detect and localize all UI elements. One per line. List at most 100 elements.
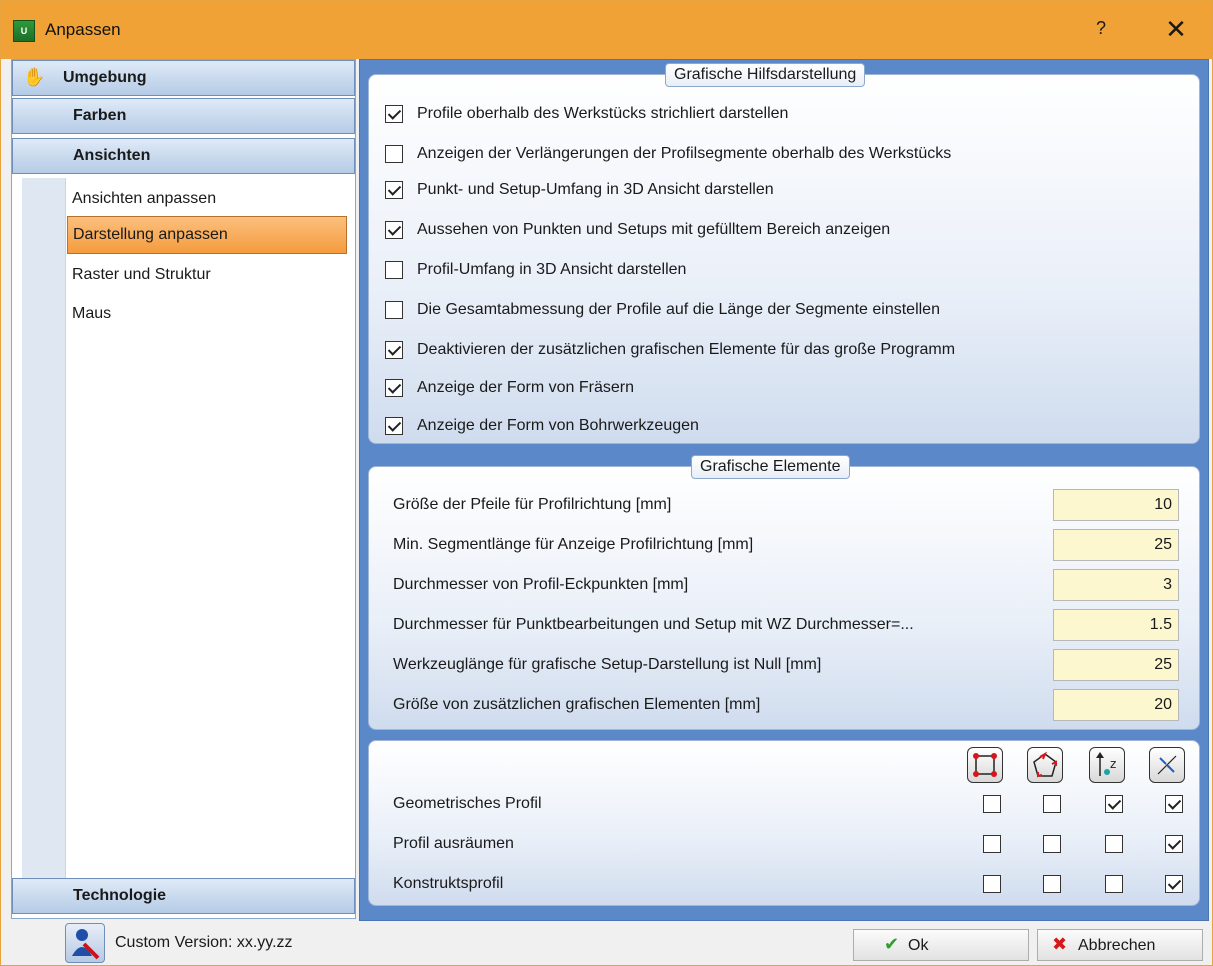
geometric-profile-arrows-checkbox[interactable] xyxy=(1165,795,1183,813)
pocket-profile-direction-checkbox[interactable] xyxy=(1043,835,1061,853)
option-row[interactable]: Aussehen von Punkten und Setups mit gefü… xyxy=(385,221,890,247)
option-checkbox[interactable] xyxy=(385,221,403,239)
option-row[interactable]: Punkt- und Setup-Umfang in 3D Ansicht da… xyxy=(385,181,774,207)
nav-section-label: Umgebung xyxy=(63,69,147,86)
option-checkbox[interactable] xyxy=(385,379,403,397)
profile-display-group: z Geometrisches Profil Profil ausräumen … xyxy=(368,740,1200,906)
pocket-profile-tool-checkbox[interactable] xyxy=(1105,835,1123,853)
field-label: Durchmesser von Profil-Eckpunkten [mm] xyxy=(393,576,689,593)
nav-section-ansichten[interactable]: Ansichten xyxy=(12,138,355,174)
geometric-profile-tool-checkbox[interactable] xyxy=(1105,795,1123,813)
option-checkbox[interactable] xyxy=(385,341,403,359)
geometric-profile-direction-checkbox[interactable] xyxy=(1043,795,1061,813)
graphic-aids-group: Grafische Hilfsdarstellung Profile oberh… xyxy=(368,63,1200,444)
profile-direction-icon[interactable] xyxy=(1027,747,1063,783)
field-row: Durchmesser für Punktbearbeitungen und S… xyxy=(385,607,1185,643)
option-checkbox[interactable] xyxy=(385,145,403,163)
field-row: Größe der Pfeile für Profilrichtung [mm]… xyxy=(385,487,1185,523)
field-label: Durchmesser für Punktbearbeitungen und S… xyxy=(393,616,914,633)
group-legend: Grafische Hilfsdarstellung xyxy=(665,63,866,87)
cancel-x-icon: ✖ xyxy=(1052,934,1068,955)
profile-row-label: Konstruktsprofil xyxy=(393,875,504,892)
title-bar: U Anpassen ? ✕ xyxy=(1,1,1212,59)
option-row[interactable]: Profile oberhalb des Werkstücks strichli… xyxy=(385,105,788,131)
construction-profile-tool-checkbox[interactable] xyxy=(1105,875,1123,893)
arrow-size-input[interactable]: 10 xyxy=(1053,489,1179,521)
extra-elements-size-input[interactable]: 20 xyxy=(1053,689,1179,721)
option-label: Aussehen von Punkten und Setups mit gefü… xyxy=(417,221,891,238)
point-diameter-input[interactable]: 1.5 xyxy=(1053,609,1179,641)
field-row: Durchmesser von Profil-Eckpunkten [mm] 3 xyxy=(385,567,1185,603)
option-label: Anzeige der Form von Fräsern xyxy=(417,379,634,396)
option-checkbox[interactable] xyxy=(385,301,403,319)
option-row[interactable]: Anzeigen der Verlängerungen der Profilse… xyxy=(385,145,951,171)
option-checkbox[interactable] xyxy=(385,181,403,199)
construction-profile-arrows-checkbox[interactable] xyxy=(1165,875,1183,893)
field-label: Min. Segmentlänge für Anzeige Profilrich… xyxy=(393,536,754,553)
construction-profile-direction-checkbox[interactable] xyxy=(1043,875,1061,893)
option-label: Anzeigen der Verlängerungen der Profilse… xyxy=(417,145,952,162)
customize-dialog: U Anpassen ? ✕ ✋ Umgebung Farben Ansicht… xyxy=(0,0,1213,966)
arrows-in-icon[interactable] xyxy=(1149,747,1185,783)
option-label: Punkt- und Setup-Umfang in 3D Ansicht da… xyxy=(417,181,774,198)
option-row[interactable]: Die Gesamtabmessung der Profile auf die … xyxy=(385,301,940,327)
nav-section-umgebung[interactable]: ✋ Umgebung xyxy=(12,60,355,96)
option-label: Profile oberhalb des Werkstücks strichli… xyxy=(417,105,789,122)
option-row[interactable]: Profil-Umfang in 3D Ansicht darstellen xyxy=(385,261,686,287)
nav-section-technologie[interactable]: Technologie xyxy=(12,878,355,914)
cancel-label: Abbrechen xyxy=(1078,937,1156,954)
field-label: Werkzeuglänge für grafische Setup-Darste… xyxy=(393,656,822,673)
tool-length-input[interactable]: 25 xyxy=(1053,649,1179,681)
field-row: Min. Segmentlänge für Anzeige Profilrich… xyxy=(385,527,1185,563)
ok-button[interactable]: ✔ Ok xyxy=(853,929,1029,961)
svg-text:z: z xyxy=(1110,757,1116,771)
field-label: Größe von zusätzlichen grafischen Elemen… xyxy=(393,696,761,713)
option-row[interactable]: Deaktivieren der zusätzlichen grafischen… xyxy=(385,341,955,367)
graphic-elements-group: Grafische Elemente Größe der Pfeile für … xyxy=(368,455,1200,730)
cancel-button[interactable]: ✖ Abbrechen xyxy=(1037,929,1203,961)
corner-diameter-input[interactable]: 3 xyxy=(1053,569,1179,601)
profile-row-label: Profil ausräumen xyxy=(393,835,514,852)
close-button[interactable]: ✕ xyxy=(1161,15,1191,45)
window-title: Anpassen xyxy=(45,20,121,39)
option-label: Anzeige der Form von Bohrwerkzeugen xyxy=(417,417,699,434)
geometric-profile-corner-checkbox[interactable] xyxy=(983,795,1001,813)
nav-section-farben[interactable]: Farben xyxy=(12,98,355,134)
nav-section-label: Ansichten xyxy=(73,147,151,164)
custom-version-icon[interactable] xyxy=(65,923,105,963)
field-label: Größe der Pfeile für Profilrichtung [mm] xyxy=(393,496,672,513)
profile-row-label: Geometrisches Profil xyxy=(393,795,542,812)
environment-icon: ✋ xyxy=(23,67,46,87)
option-label: Die Gesamtabmessung der Profile auf die … xyxy=(417,301,940,318)
option-checkbox[interactable] xyxy=(385,417,403,435)
option-row[interactable]: Anzeige der Form von Fräsern xyxy=(385,379,634,405)
option-row[interactable]: Anzeige der Form von Bohrwerkzeugen xyxy=(385,417,699,443)
nav-section-label: Farben xyxy=(73,107,127,124)
min-segment-length-input[interactable]: 25 xyxy=(1053,529,1179,561)
construction-profile-corner-checkbox[interactable] xyxy=(983,875,1001,893)
field-row: Größe von zusätzlichen grafischen Elemen… xyxy=(385,687,1185,723)
ok-label: Ok xyxy=(908,937,929,954)
pocket-profile-arrows-checkbox[interactable] xyxy=(1165,835,1183,853)
nav-item-darstellung-anpassen[interactable]: Darstellung anpassen xyxy=(67,216,347,254)
nav-tree-indent xyxy=(22,178,66,878)
settings-navigation: ✋ Umgebung Farben Ansichten Ansichten an… xyxy=(11,59,356,919)
tool-z-icon[interactable]: z xyxy=(1089,747,1125,783)
field-row: Werkzeuglänge für grafische Setup-Darste… xyxy=(385,647,1185,683)
nav-item-ansichten-anpassen[interactable]: Ansichten anpassen xyxy=(72,190,216,208)
settings-content: Grafische Hilfsdarstellung Profile oberh… xyxy=(359,59,1209,921)
option-label: Profil-Umfang in 3D Ansicht darstellen xyxy=(417,261,687,278)
version-label: Custom Version: xx.yy.zz xyxy=(115,934,293,951)
corner-points-icon[interactable] xyxy=(967,747,1003,783)
nav-item-raster-und-struktur[interactable]: Raster und Struktur xyxy=(72,266,211,284)
nav-item-maus[interactable]: Maus xyxy=(72,305,111,323)
option-checkbox[interactable] xyxy=(385,105,403,123)
app-icon: U xyxy=(13,20,35,42)
option-checkbox[interactable] xyxy=(385,261,403,279)
pocket-profile-corner-checkbox[interactable] xyxy=(983,835,1001,853)
group-legend: Grafische Elemente xyxy=(691,455,850,479)
help-button[interactable]: ? xyxy=(1089,18,1113,39)
nav-section-label: Technologie xyxy=(73,887,167,904)
option-label: Deaktivieren der zusätzlichen grafischen… xyxy=(417,341,956,358)
check-icon: ✔ xyxy=(884,934,900,954)
